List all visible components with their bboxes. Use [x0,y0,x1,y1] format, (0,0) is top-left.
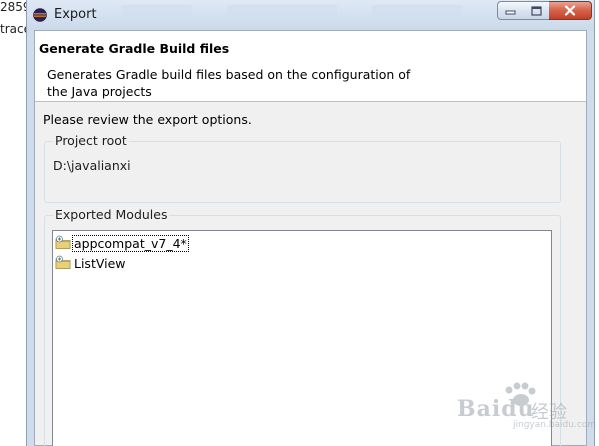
project-folder-icon [55,255,71,269]
maximize-button[interactable] [523,1,550,20]
title-bar-ghost [372,5,462,19]
module-label: appcompat_v7_4* [72,234,189,252]
minimize-button[interactable] [497,1,524,20]
wizard-title: Generate Gradle Build files [39,41,230,56]
list-item[interactable]: ListView [55,254,127,272]
title-bar[interactable]: Export [27,0,594,30]
window-title: Export [54,7,97,22]
title-bar-ghost [227,5,337,19]
eclipse-icon[interactable] [33,8,47,22]
baidu-watermark: Baidu 经验 jingyan.baidu.com [453,382,597,432]
close-icon [564,5,576,16]
screenshot-stage: 2859 trace Export Generate Gradle Build … [0,0,599,446]
exported-modules-label: Exported Modules [53,207,170,222]
close-button[interactable] [549,1,592,20]
instructions-text: Please review the export options. [43,112,252,127]
list-item[interactable]: appcompat_v7_4* [55,234,189,252]
minimize-icon [505,10,516,15]
module-label: ListView [74,255,126,271]
project-root-label: Project root [53,133,129,148]
watermark-url: jingyan.baidu.com [513,420,597,430]
wizard-description: Generates Gradle build files based on th… [47,67,411,99]
title-bar-ghost [122,5,192,19]
project-root-path: D:\javalianxi [53,158,131,173]
background-app: 2859 trace [0,0,31,446]
export-dialog: Export Generate Gradle Build files Gener… [26,0,595,446]
wizard-header: Generate Gradle Build files Generates Gr… [35,31,586,102]
watermark-brand: Baidu [457,396,535,422]
maximize-icon [530,5,542,16]
project-folder-icon [55,235,71,249]
project-root-group: Project root D:\javalianxi [44,133,561,203]
